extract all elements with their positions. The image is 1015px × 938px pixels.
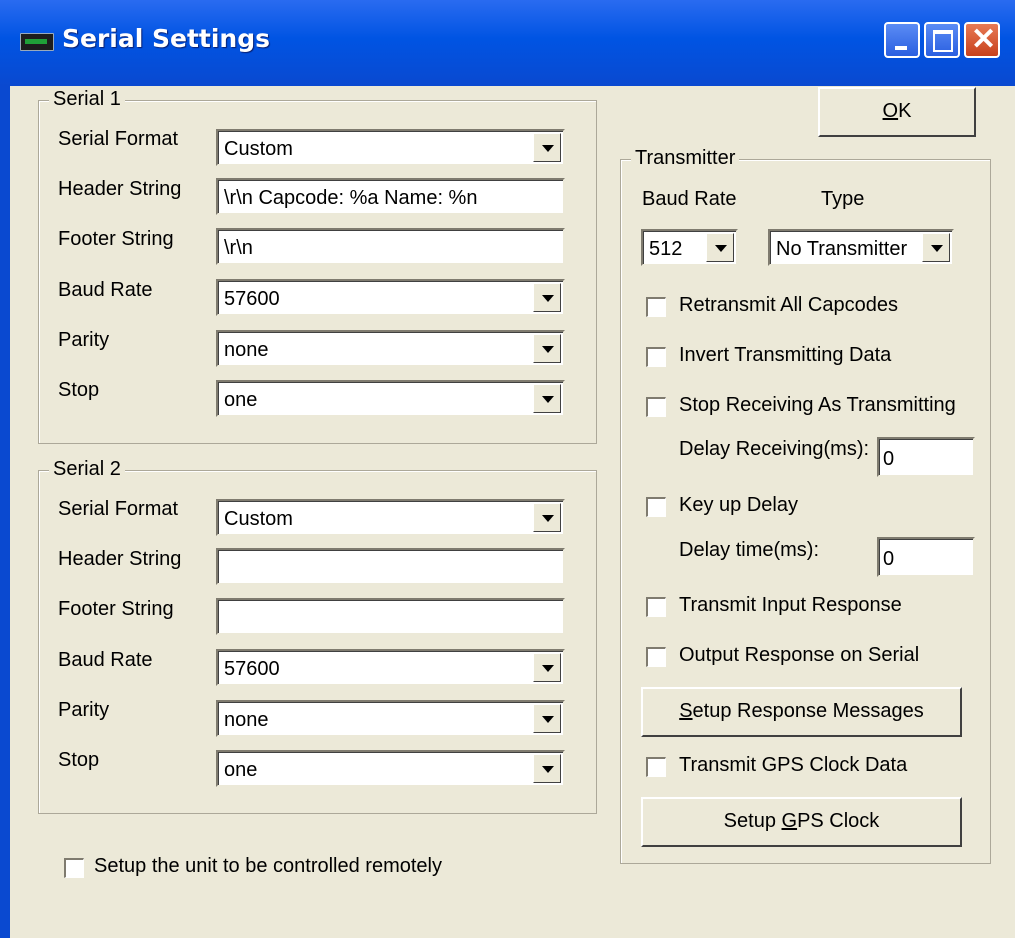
retransmit-all-label[interactable]: Retransmit All Capcodes — [679, 294, 898, 317]
serial1-footer-input[interactable]: \r\n — [216, 228, 565, 265]
serial1-format-value: Custom — [224, 138, 293, 160]
app-icon — [20, 33, 54, 51]
serial2-legend: Serial 2 — [49, 458, 125, 481]
tx-baud-label: Baud Rate — [642, 188, 737, 210]
setup-response-messages-label: Setup Response Messages — [679, 700, 924, 722]
remote-control-checkbox[interactable] — [64, 858, 84, 878]
serial1-stop-select[interactable]: one — [216, 380, 565, 417]
transmit-gps-checkbox[interactable] — [646, 757, 666, 777]
chevron-down-icon[interactable] — [533, 754, 561, 783]
ok-button-label: OK — [882, 100, 912, 122]
serial2-header-input[interactable] — [216, 548, 565, 585]
serial2-stop-value: one — [224, 759, 258, 781]
transmit-input-response-label[interactable]: Transmit Input Response — [679, 594, 902, 617]
stop-receiving-checkbox[interactable] — [646, 397, 666, 417]
serial1-footer-label: Footer String — [58, 228, 174, 250]
transmit-input-response-checkbox[interactable] — [646, 597, 666, 617]
serial2-stop-select[interactable]: one — [216, 750, 565, 787]
serial1-baud-value: 57600 — [224, 288, 280, 310]
serial1-format-label: Serial Format — [58, 128, 179, 150]
serial2-format-label: Serial Format — [58, 498, 179, 520]
setup-gps-clock-label: Setup GPS Clock — [723, 810, 880, 832]
chevron-down-icon[interactable] — [706, 233, 734, 262]
output-response-serial-label[interactable]: Output Response on Serial — [679, 644, 919, 667]
invert-data-checkbox[interactable] — [646, 347, 666, 367]
invert-data-label[interactable]: Invert Transmitting Data — [679, 344, 891, 367]
serial2-parity-value: none — [224, 709, 269, 731]
tx-type-label: Type — [821, 188, 865, 210]
serial1-parity-label: Parity — [58, 329, 110, 351]
serial1-stop-value: one — [224, 389, 258, 411]
tx-type-value: No Transmitter — [776, 238, 908, 260]
key-up-delay-checkbox[interactable] — [646, 497, 666, 517]
close-button[interactable]: ✕ — [964, 22, 1000, 58]
tx-baud-value: 512 — [649, 238, 683, 260]
serial1-footer-value: \r\n — [224, 237, 253, 259]
title-bar[interactable]: Serial Settings ✕ — [0, 0, 1015, 86]
chevron-down-icon[interactable] — [533, 334, 561, 363]
serial2-baud-value: 57600 — [224, 658, 280, 680]
serial2-format-select[interactable]: Custom — [216, 499, 565, 536]
serial1-baud-label: Baud Rate — [58, 279, 153, 301]
chevron-down-icon[interactable] — [533, 653, 561, 682]
minimize-button[interactable] — [884, 22, 920, 58]
output-response-serial-checkbox[interactable] — [646, 647, 666, 667]
serial1-parity-select[interactable]: none — [216, 330, 565, 367]
serial2-baud-label: Baud Rate — [58, 649, 153, 671]
delay-receiving-value: 0 — [883, 448, 895, 470]
delay-receiving-input[interactable]: 0 — [877, 437, 975, 477]
serial2-footer-label: Footer String — [58, 598, 174, 620]
chevron-down-icon[interactable] — [922, 233, 950, 262]
close-icon: ✕ — [971, 23, 997, 56]
chevron-down-icon[interactable] — [533, 503, 561, 532]
serial2-parity-select[interactable]: none — [216, 700, 565, 737]
chevron-down-icon[interactable] — [533, 283, 561, 312]
delay-time-value: 0 — [883, 548, 895, 570]
delay-time-label: Delay time(ms): — [679, 539, 820, 561]
serial-settings-window: Serial Settings ✕ Serial 1 Serial Format… — [0, 0, 1015, 938]
retransmit-all-checkbox[interactable] — [646, 297, 666, 317]
window-title: Serial Settings — [62, 24, 271, 53]
chevron-down-icon[interactable] — [533, 384, 561, 413]
key-up-delay-label[interactable]: Key up Delay — [679, 494, 798, 517]
chevron-down-icon[interactable] — [533, 704, 561, 733]
delay-time-input[interactable]: 0 — [877, 537, 975, 577]
serial1-legend: Serial 1 — [49, 88, 125, 111]
ok-button[interactable]: OK — [818, 87, 976, 137]
serial2-parity-label: Parity — [58, 699, 110, 721]
serial1-header-input[interactable]: \r\n Capcode: %a Name: %n — [216, 178, 565, 215]
setup-gps-clock-button[interactable]: Setup GPS Clock — [641, 797, 962, 847]
serial1-header-label: Header String — [58, 178, 182, 200]
serial1-stop-label: Stop — [58, 379, 100, 401]
maximize-button[interactable] — [924, 22, 960, 58]
tx-baud-select[interactable]: 512 — [641, 229, 738, 266]
window-border — [0, 86, 10, 938]
chevron-down-icon[interactable] — [533, 133, 561, 162]
serial1-header-value: \r\n Capcode: %a Name: %n — [224, 187, 478, 209]
transmit-gps-label[interactable]: Transmit GPS Clock Data — [679, 754, 907, 777]
serial2-baud-select[interactable]: 57600 — [216, 649, 565, 686]
serial1-baud-select[interactable]: 57600 — [216, 279, 565, 316]
serial2-stop-label: Stop — [58, 749, 100, 771]
serial2-format-value: Custom — [224, 508, 293, 530]
tx-type-select[interactable]: No Transmitter — [768, 229, 954, 266]
serial1-parity-value: none — [224, 339, 269, 361]
serial2-header-label: Header String — [58, 548, 182, 570]
serial1-format-select[interactable]: Custom — [216, 129, 565, 166]
remote-control-label[interactable]: Setup the unit to be controlled remotely — [94, 855, 442, 878]
delay-receiving-label: Delay Receiving(ms): — [679, 438, 870, 460]
serial2-footer-input[interactable] — [216, 598, 565, 635]
stop-receiving-label[interactable]: Stop Receiving As Transmitting — [679, 394, 956, 417]
transmitter-legend: Transmitter — [631, 147, 740, 170]
setup-response-messages-button[interactable]: Setup Response Messages — [641, 687, 962, 737]
